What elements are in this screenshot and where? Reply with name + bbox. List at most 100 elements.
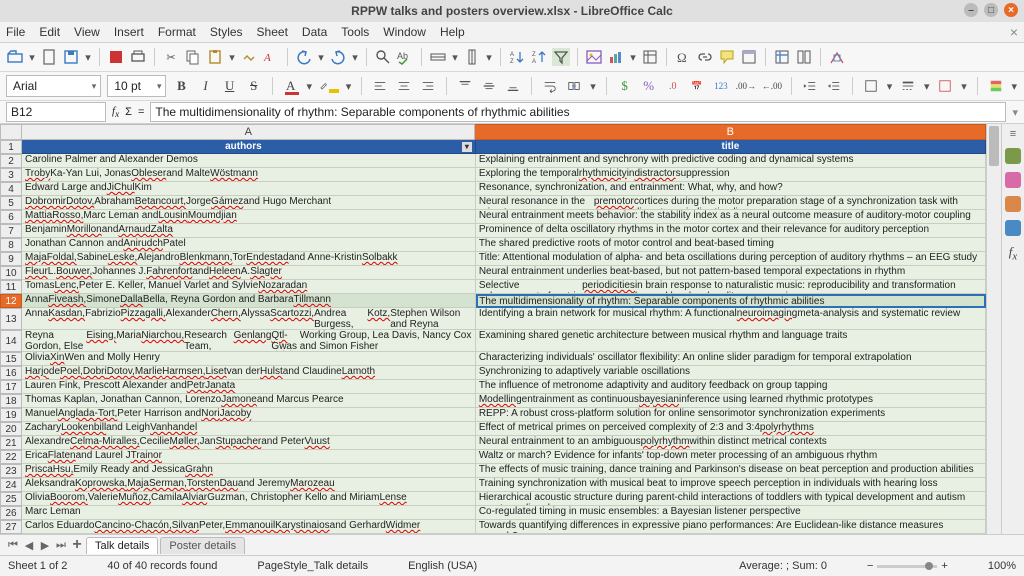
row-header[interactable]: 16 <box>0 366 22 380</box>
row-header[interactable]: 19 <box>0 408 22 422</box>
new-icon[interactable] <box>40 48 58 66</box>
zoom-slider[interactable]: −+ <box>867 560 948 572</box>
date-icon[interactable]: 📅 <box>688 76 706 96</box>
strike-button[interactable]: S <box>245 76 263 96</box>
column-header-A[interactable]: A <box>22 124 475 140</box>
row-header[interactable]: 9 <box>0 252 22 266</box>
cell-authors[interactable]: Prisca Hsu, Emily Ready and Jessica Grah… <box>22 464 476 478</box>
highlight-icon[interactable] <box>319 76 339 96</box>
underline-button[interactable]: U <box>221 76 239 96</box>
cell-authors[interactable]: Edward Large and Ji Chul Kim <box>22 182 476 196</box>
cell-authors[interactable]: Aleksandra Koprowska, Maja Serman, Torst… <box>22 478 476 492</box>
cell-title[interactable]: Exploring the temporal rhythmicity in di… <box>476 168 986 182</box>
row-icon[interactable] <box>429 48 447 66</box>
merge-cells-icon[interactable] <box>565 76 583 96</box>
sheet-tab-poster-details[interactable]: Poster details <box>160 537 245 554</box>
column-icon[interactable] <box>463 48 481 66</box>
cell-authors[interactable]: Olivia Boorom, Valerie Muñoz, Camila Alv… <box>22 492 476 506</box>
row-header[interactable]: 13 <box>0 308 22 330</box>
cell-authors[interactable]: Harjo de Poel, Dobri Dotov, Marlie Harms… <box>22 366 476 380</box>
cell-title[interactable]: Synchronizing to adaptively variable osc… <box>476 366 986 380</box>
zoom-value[interactable]: 100% <box>988 560 1016 572</box>
row-dropdown-icon[interactable]: ▾ <box>451 48 459 66</box>
standard-icon[interactable]: 123 <box>712 76 730 96</box>
comment-icon[interactable] <box>718 48 736 66</box>
header-authors[interactable]: authors▾ <box>22 140 476 154</box>
cell-authors[interactable]: Mattia Rosso, Marc Leman and Lousin Moum… <box>22 210 476 224</box>
row-header[interactable]: 7 <box>0 224 22 238</box>
row-header[interactable]: 6 <box>0 210 22 224</box>
undo-icon[interactable] <box>295 48 313 66</box>
copy-icon[interactable] <box>184 48 202 66</box>
vertical-scrollbar[interactable] <box>986 124 1001 534</box>
currency-icon[interactable]: $ <box>616 76 634 96</box>
cell-authors[interactable]: Tomas Lenc, Peter E. Keller, Manuel Varl… <box>22 280 476 294</box>
border-color-dropdown-icon[interactable]: ▾ <box>960 77 967 95</box>
cell-title[interactable]: Neural entrainment meets behavior: the s… <box>476 210 986 224</box>
window-maximize-button[interactable]: □ <box>984 3 998 17</box>
autofilter-icon[interactable] <box>552 48 570 66</box>
cell-title[interactable]: Neural entrainment to an ambiguous polyr… <box>476 436 986 450</box>
font-color-dropdown-icon[interactable]: ▾ <box>306 77 313 95</box>
border-style-icon[interactable] <box>899 76 917 96</box>
sidebar-gallery-icon[interactable] <box>1005 196 1021 212</box>
cell-title[interactable]: Modelling entrainment as continuous baye… <box>476 394 986 408</box>
row-header[interactable]: 20 <box>0 422 22 436</box>
formula-expand-icon[interactable]: ▾ <box>1012 106 1018 119</box>
document-close-icon[interactable]: × <box>1010 24 1018 40</box>
status-language[interactable]: English (USA) <box>408 560 477 572</box>
remove-decimal-icon[interactable]: ←.00 <box>762 76 782 96</box>
tab-prev-icon[interactable]: ◀ <box>22 539 36 552</box>
row-header[interactable]: 2 <box>0 154 22 168</box>
column-header-B[interactable]: B <box>475 124 986 140</box>
border-style-dropdown-icon[interactable]: ▾ <box>923 77 930 95</box>
row-header[interactable]: 1 <box>0 140 22 154</box>
sort-desc-icon[interactable]: ZA <box>530 48 548 66</box>
cell-title[interactable]: Characterizing individuals' oscillator f… <box>476 352 986 366</box>
sidebar-navigator-icon[interactable] <box>1005 220 1021 236</box>
cell-title[interactable]: The shared predictive roots of motor con… <box>476 238 986 252</box>
cell-title[interactable]: Waltz or march? Evidence for infants' to… <box>476 450 986 464</box>
row-header[interactable]: 11 <box>0 280 22 294</box>
row-header[interactable]: 17 <box>0 380 22 394</box>
align-center-icon[interactable] <box>395 76 413 96</box>
menu-sheet[interactable]: Sheet <box>257 25 288 39</box>
cell-title[interactable]: Resonance, synchronization, and entrainm… <box>476 182 986 196</box>
cut-icon[interactable]: ✂ <box>162 48 180 66</box>
row-header[interactable]: 21 <box>0 436 22 450</box>
sort-asc-icon[interactable]: AZ <box>508 48 526 66</box>
sidebar-menu-icon[interactable]: ≡ <box>1010 128 1016 140</box>
redo-dropdown-icon[interactable]: ▾ <box>351 48 359 66</box>
cell-title[interactable]: The influence of metronome adaptivity an… <box>476 380 986 394</box>
menu-format[interactable]: Format <box>158 25 196 39</box>
cell-authors[interactable]: Jonathan Cannon and Anirudch Patel <box>22 238 476 252</box>
row-header[interactable]: 25 <box>0 492 22 506</box>
menu-tools[interactable]: Tools <box>341 25 369 39</box>
number-icon[interactable]: .0 <box>664 76 682 96</box>
row-header[interactable]: 14 <box>0 330 22 352</box>
header-title[interactable]: title <box>476 140 986 154</box>
cell-title[interactable]: Examining shared genetic architecture be… <box>476 330 986 352</box>
find-icon[interactable] <box>374 48 392 66</box>
cell-authors[interactable]: Reyna Gordon, Else Eising, Maria Niarcho… <box>22 330 476 352</box>
row-header[interactable]: 5 <box>0 196 22 210</box>
name-box[interactable]: B12 <box>6 102 106 122</box>
formula-input[interactable]: The multidimensionality of rhythm: Separ… <box>150 102 1006 122</box>
cell-title[interactable]: Title: Attentional modulation of alpha- … <box>476 252 986 266</box>
window-minimize-button[interactable]: – <box>964 3 978 17</box>
cell-authors[interactable]: Dobromir Dotov, Abraham Betancourt, Jorg… <box>22 196 476 210</box>
status-average-sum[interactable]: Average: ; Sum: 0 <box>739 560 827 572</box>
cell-authors[interactable]: Carlos Eduardo Cancino-Chacón, Silvan Pe… <box>22 520 476 534</box>
open-dropdown-icon[interactable]: ▾ <box>28 48 36 66</box>
cell-authors[interactable]: Fleur L. Bouwer, Johannes J. Fahrenfort … <box>22 266 476 280</box>
cell-title[interactable]: Towards quantifying differences in expre… <box>476 520 986 534</box>
cell-title[interactable]: Hierarchical acoustic structure during p… <box>476 492 986 506</box>
pivot-icon[interactable] <box>641 48 659 66</box>
split-icon[interactable] <box>795 48 813 66</box>
special-char-icon[interactable]: Ω <box>674 48 692 66</box>
bold-button[interactable]: B <box>172 76 190 96</box>
cell-title[interactable]: REPP: A robust cross-platform solution f… <box>476 408 986 422</box>
cell-authors[interactable]: Erica Flaten and Laurel J Trainor <box>22 450 476 464</box>
cell-authors[interactable]: Anna Kasdan, Fabrizio Pizzagalli, Alexan… <box>22 308 476 330</box>
row-header[interactable]: 22 <box>0 450 22 464</box>
